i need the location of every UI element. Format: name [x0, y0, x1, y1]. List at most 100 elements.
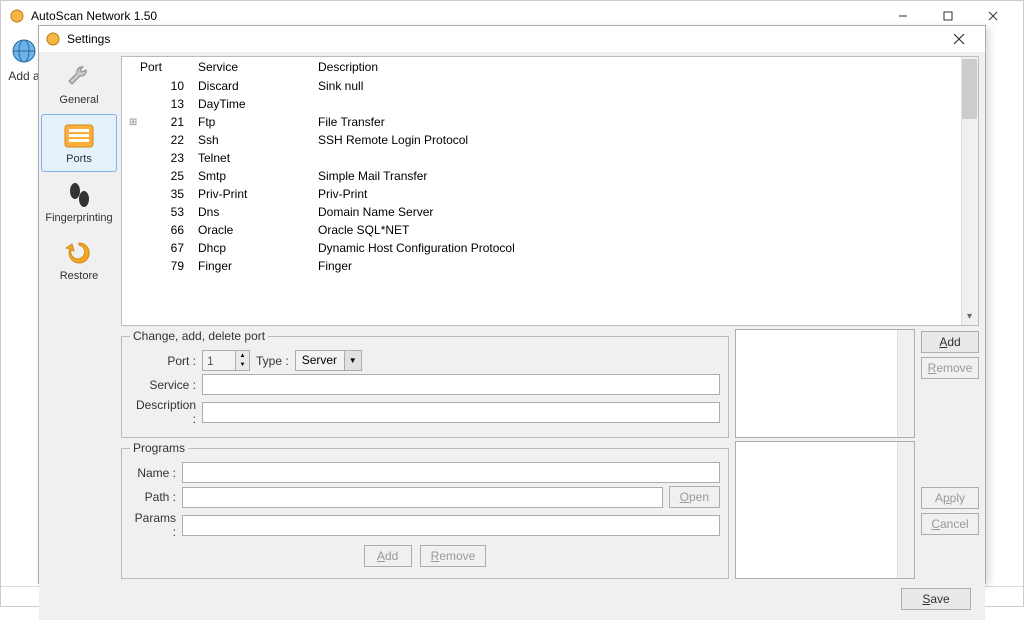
nav-item-general[interactable]: General [41, 56, 117, 112]
settings-dialog: Settings General Ports [38, 25, 986, 584]
cell-port: 21 [144, 113, 192, 131]
nav-general-label: General [59, 94, 98, 106]
col-description[interactable]: Description [312, 57, 961, 77]
expand-icon[interactable] [122, 149, 144, 167]
expand-icon[interactable] [122, 185, 144, 203]
cell-service: Ftp [192, 113, 312, 131]
table-row[interactable]: 67DhcpDynamic Host Configuration Protoco… [122, 239, 961, 257]
port-input[interactable] [203, 351, 235, 370]
description-input[interactable] [202, 402, 720, 423]
table-row[interactable]: 35Priv-PrintPriv-Print [122, 185, 961, 203]
nav-restore-label: Restore [60, 270, 99, 282]
nav-item-restore[interactable]: Restore [41, 232, 117, 288]
cell-description: Priv-Print [312, 185, 961, 203]
table-scrollbar[interactable]: ▾ [961, 57, 978, 325]
port-table-container: Port Service Description 10DiscardSink n… [121, 56, 979, 326]
cell-description: Simple Mail Transfer [312, 167, 961, 185]
table-row[interactable]: 25SmtpSimple Mail Transfer [122, 167, 961, 185]
expand-icon[interactable] [122, 77, 144, 95]
table-row[interactable]: 22SshSSH Remote Login Protocol [122, 131, 961, 149]
cell-service: Priv-Print [192, 185, 312, 203]
table-row[interactable]: 53DnsDomain Name Server [122, 203, 961, 221]
change-add-button[interactable]: Add [921, 331, 979, 353]
apply-button[interactable]: Apply [921, 487, 979, 509]
expand-icon[interactable] [122, 95, 144, 113]
cell-port: 35 [144, 185, 192, 203]
table-row[interactable]: 79FingerFinger [122, 257, 961, 275]
panel-scrollbar[interactable] [897, 330, 914, 437]
expand-icon[interactable] [122, 203, 144, 221]
cell-description: SSH Remote Login Protocol [312, 131, 961, 149]
table-row[interactable]: 23Telnet [122, 149, 961, 167]
change-port-legend: Change, add, delete port [130, 329, 268, 343]
scroll-thumb[interactable] [962, 59, 977, 119]
spin-up-icon[interactable]: ▲ [236, 351, 249, 361]
app-icon [9, 8, 25, 24]
programs-add-button[interactable]: Add [364, 545, 412, 567]
programs-panel-row: Programs Name : Path : Open Params : [121, 441, 979, 579]
programs-list-panel[interactable] [735, 441, 915, 579]
cell-port: 23 [144, 149, 192, 167]
type-combo[interactable]: Server ▼ [295, 350, 362, 371]
cell-service: Oracle [192, 221, 312, 239]
settings-title-bar: Settings [39, 26, 985, 52]
cancel-button[interactable]: Cancel [921, 513, 979, 535]
col-port[interactable]: Port [122, 57, 192, 77]
cell-description: Finger [312, 257, 961, 275]
table-row[interactable]: ⊞21FtpFile Transfer [122, 113, 961, 131]
nav-item-fingerprinting[interactable]: Fingerprinting [41, 174, 117, 230]
cell-description: Sink null [312, 77, 961, 95]
change-remove-button[interactable]: Remove [921, 357, 979, 379]
table-row[interactable]: 66OracleOracle SQL*NET [122, 221, 961, 239]
scroll-down-icon[interactable]: ▾ [961, 308, 978, 325]
app-title: AutoScan Network 1.50 [31, 9, 880, 23]
port-table[interactable]: Port Service Description 10DiscardSink n… [122, 57, 961, 275]
change-list-panel[interactable] [735, 329, 915, 438]
nav-fingerprinting-label: Fingerprinting [45, 212, 112, 224]
expand-icon[interactable] [122, 257, 144, 275]
table-row[interactable]: 13DayTime [122, 95, 961, 113]
expand-icon[interactable] [122, 167, 144, 185]
programs-group: Programs Name : Path : Open Params : [121, 441, 729, 579]
settings-close-button[interactable] [939, 26, 979, 52]
programs-remove-button[interactable]: Remove [420, 545, 487, 567]
cell-port: 13 [144, 95, 192, 113]
panel-scrollbar[interactable] [897, 442, 914, 578]
settings-icon [45, 31, 61, 47]
expand-icon[interactable] [122, 239, 144, 257]
description-label: Description : [130, 398, 196, 426]
port-spinner[interactable]: ▲ ▼ [202, 350, 250, 371]
table-row[interactable]: 10DiscardSink null [122, 77, 961, 95]
expand-icon[interactable] [122, 221, 144, 239]
change-panel-row: Change, add, delete port Port : ▲ ▼ Type… [121, 329, 979, 438]
cell-service: Dhcp [192, 239, 312, 257]
service-label: Service : [130, 378, 196, 392]
settings-content: Port Service Description 10DiscardSink n… [119, 52, 985, 620]
restore-icon [62, 238, 96, 268]
name-label: Name : [130, 466, 176, 480]
params-input[interactable] [182, 515, 720, 536]
expand-icon[interactable]: ⊞ [122, 113, 144, 131]
cell-service: Finger [192, 257, 312, 275]
cell-port: 66 [144, 221, 192, 239]
cell-service: Smtp [192, 167, 312, 185]
expand-icon[interactable] [122, 131, 144, 149]
name-input[interactable] [182, 462, 720, 483]
cell-service: Dns [192, 203, 312, 221]
cell-service: DayTime [192, 95, 312, 113]
dialog-bottom-bar: Save [121, 582, 979, 616]
open-button[interactable]: Open [669, 486, 720, 508]
cell-description [312, 95, 961, 113]
chevron-down-icon[interactable]: ▼ [344, 351, 361, 370]
nav-item-ports[interactable]: Ports [41, 114, 117, 172]
wrench-icon [62, 62, 96, 92]
spin-down-icon[interactable]: ▼ [236, 361, 249, 371]
cell-description: Oracle SQL*NET [312, 221, 961, 239]
path-input[interactable] [182, 487, 663, 508]
cell-port: 67 [144, 239, 192, 257]
service-input[interactable] [202, 374, 720, 395]
col-service[interactable]: Service [192, 57, 312, 77]
list-icon [62, 121, 96, 151]
cell-service: Telnet [192, 149, 312, 167]
programs-legend: Programs [130, 441, 188, 455]
